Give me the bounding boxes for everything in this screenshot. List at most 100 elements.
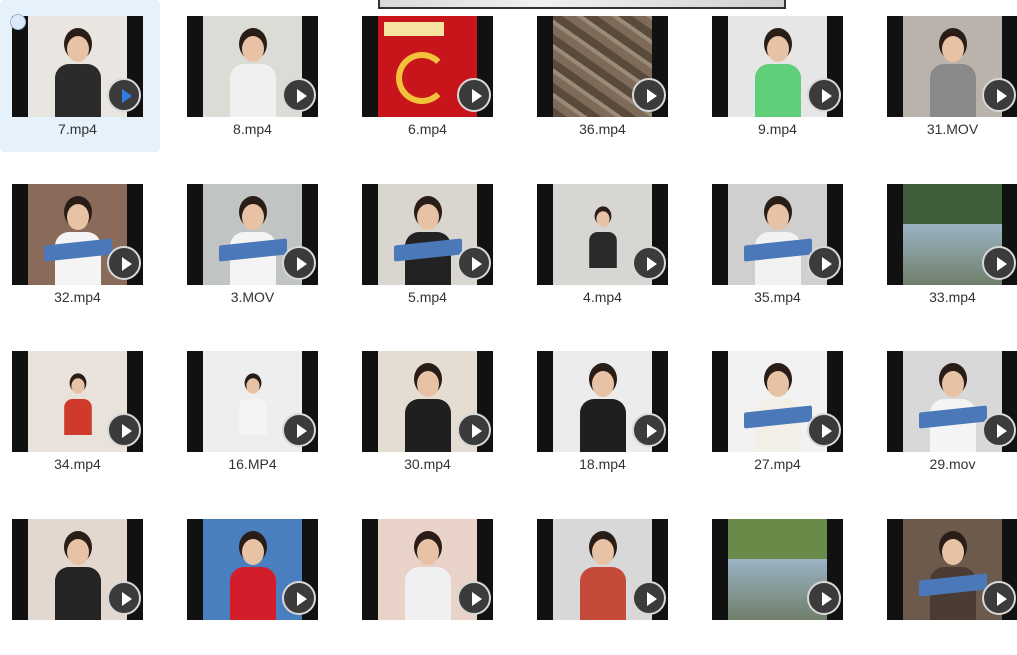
- play-icon[interactable]: [107, 581, 141, 615]
- person-head: [767, 204, 789, 230]
- file-name-label: 16.MP4: [228, 456, 277, 472]
- video-thumbnail[interactable]: [362, 16, 493, 117]
- play-icon[interactable]: [282, 413, 316, 447]
- video-thumbnail[interactable]: [887, 351, 1017, 452]
- play-icon[interactable]: [457, 78, 491, 112]
- person-head: [592, 371, 614, 397]
- person-head: [942, 36, 964, 62]
- person-body: [405, 567, 451, 620]
- play-icon[interactable]: [807, 246, 841, 280]
- file-name-label: 5.mp4: [408, 289, 447, 305]
- file-name-label: 34.mp4: [54, 456, 101, 472]
- video-thumbnail[interactable]: [537, 351, 668, 452]
- play-icon[interactable]: [282, 246, 316, 280]
- person-head: [592, 539, 614, 565]
- play-icon[interactable]: [457, 413, 491, 447]
- video-thumbnail[interactable]: [712, 184, 843, 285]
- person-body: [55, 64, 101, 117]
- video-thumbnail[interactable]: [537, 519, 668, 620]
- video-thumbnail[interactable]: [12, 184, 143, 285]
- video-thumbnail[interactable]: [712, 16, 843, 117]
- file-name-label: 31.MOV: [926, 121, 979, 137]
- person-head: [942, 371, 964, 397]
- video-file-tile[interactable]: [700, 503, 860, 655]
- video-file-tile[interactable]: [525, 503, 685, 655]
- video-file-tile[interactable]: 27.mp4: [700, 335, 860, 487]
- video-thumbnail[interactable]: [187, 16, 318, 117]
- video-file-tile[interactable]: 5.mp4: [350, 168, 510, 320]
- video-thumbnail[interactable]: [362, 519, 493, 620]
- play-icon[interactable]: [632, 413, 666, 447]
- video-file-tile[interactable]: [0, 503, 160, 655]
- file-grid: 7.mp4 8.mp4 6.mp4 36.mp4 9.mp4 31.MOV 32.mp4 3.…: [0, 0, 1017, 620]
- play-icon[interactable]: [457, 581, 491, 615]
- video-file-tile[interactable]: 33.mp4: [875, 168, 1017, 320]
- play-icon[interactable]: [982, 246, 1016, 280]
- play-icon[interactable]: [282, 581, 316, 615]
- video-file-tile[interactable]: 34.mp4: [0, 335, 160, 487]
- play-icon[interactable]: [632, 246, 666, 280]
- person-body: [755, 64, 801, 117]
- video-file-tile[interactable]: [875, 503, 1017, 655]
- play-icon[interactable]: [107, 413, 141, 447]
- video-thumbnail[interactable]: [362, 351, 493, 452]
- play-icon[interactable]: [807, 78, 841, 112]
- play-icon[interactable]: [457, 246, 491, 280]
- play-icon[interactable]: [982, 581, 1016, 615]
- video-file-tile[interactable]: 18.mp4: [525, 335, 685, 487]
- person-body: [230, 567, 276, 620]
- video-file-tile[interactable]: [350, 503, 510, 655]
- video-file-tile[interactable]: 6.mp4: [350, 0, 510, 152]
- video-thumbnail[interactable]: [362, 184, 493, 285]
- video-thumbnail[interactable]: [187, 351, 318, 452]
- video-thumbnail[interactable]: [12, 351, 143, 452]
- file-name-label: 35.mp4: [754, 289, 801, 305]
- person-head: [417, 204, 439, 230]
- video-thumbnail[interactable]: [187, 519, 318, 620]
- video-thumbnail[interactable]: [712, 351, 843, 452]
- play-icon[interactable]: [982, 78, 1016, 112]
- person-head: [596, 211, 610, 227]
- video-thumbnail[interactable]: [887, 519, 1017, 620]
- person-body: [239, 399, 267, 435]
- video-file-tile[interactable]: 30.mp4: [350, 335, 510, 487]
- person-head: [942, 539, 964, 565]
- file-name-label: 8.mp4: [233, 121, 272, 137]
- video-thumbnail[interactable]: [887, 16, 1017, 117]
- video-file-tile[interactable]: 4.mp4: [525, 168, 685, 320]
- video-thumbnail[interactable]: [537, 16, 668, 117]
- video-file-tile[interactable]: 31.MOV: [875, 0, 1017, 152]
- play-icon[interactable]: [632, 581, 666, 615]
- video-thumbnail[interactable]: [712, 519, 843, 620]
- file-name-label: 33.mp4: [929, 289, 976, 305]
- video-file-tile[interactable]: 9.mp4: [700, 0, 860, 152]
- video-thumbnail[interactable]: [537, 184, 668, 285]
- play-icon[interactable]: [107, 246, 141, 280]
- video-file-tile[interactable]: 35.mp4: [700, 168, 860, 320]
- play-icon[interactable]: [107, 78, 141, 112]
- video-thumbnail[interactable]: [887, 184, 1017, 285]
- video-file-tile[interactable]: 8.mp4: [175, 0, 335, 152]
- video-thumbnail[interactable]: [12, 519, 143, 620]
- video-file-tile[interactable]: 7.mp4: [0, 0, 160, 152]
- person-body: [589, 232, 617, 268]
- video-file-tile[interactable]: 32.mp4: [0, 168, 160, 320]
- selection-check-icon[interactable]: [10, 14, 26, 30]
- play-icon[interactable]: [282, 78, 316, 112]
- video-file-tile[interactable]: [175, 503, 335, 655]
- video-thumbnail[interactable]: [187, 184, 318, 285]
- video-file-tile[interactable]: 36.mp4: [525, 0, 685, 152]
- person-head: [242, 539, 264, 565]
- play-icon[interactable]: [807, 581, 841, 615]
- video-thumbnail[interactable]: [12, 16, 143, 117]
- person-body: [230, 64, 276, 117]
- video-file-tile[interactable]: 29.mov: [875, 335, 1017, 487]
- play-icon[interactable]: [807, 413, 841, 447]
- video-file-tile[interactable]: 16.MP4: [175, 335, 335, 487]
- play-icon[interactable]: [632, 78, 666, 112]
- person-head: [242, 204, 264, 230]
- play-icon[interactable]: [982, 413, 1016, 447]
- video-file-tile[interactable]: 3.MOV: [175, 168, 335, 320]
- file-name-label: 30.mp4: [404, 456, 451, 472]
- file-name-label: 6.mp4: [408, 121, 447, 137]
